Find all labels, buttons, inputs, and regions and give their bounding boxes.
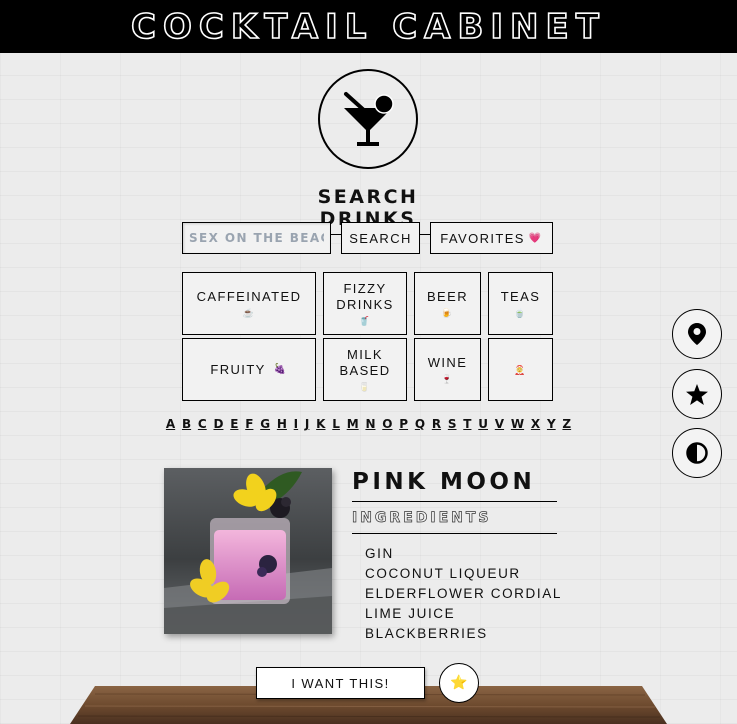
- letter-link-v[interactable]: V: [491, 417, 507, 431]
- letter-link-x[interactable]: X: [528, 417, 544, 431]
- app-title: COCKTAIL CABINET: [130, 6, 606, 48]
- top-bar: COCKTAIL CABINET: [0, 0, 737, 53]
- letter-link-s[interactable]: S: [444, 417, 459, 431]
- heart-icon: 💗: [528, 232, 543, 244]
- ingredient-item: BLACKBERRIES: [365, 626, 488, 641]
- letter-link-t[interactable]: T: [460, 417, 475, 431]
- category-wine[interactable]: WINE 🍷: [414, 338, 481, 401]
- letter-link-n[interactable]: N: [362, 417, 379, 431]
- logo: [318, 69, 418, 169]
- letter-link-m[interactable]: M: [343, 417, 362, 431]
- letter-link-q[interactable]: Q: [411, 417, 428, 431]
- search-button-label: SEARCH: [349, 230, 412, 246]
- soda-cup-icon: 🥤: [358, 316, 372, 326]
- category-teas[interactable]: TEAS 🍵: [488, 272, 553, 335]
- favorites-button-label: FAVORITES: [440, 230, 525, 246]
- search-input[interactable]: [182, 222, 331, 254]
- martini-glass-icon: [344, 92, 394, 146]
- star-icon: [686, 383, 708, 405]
- search-button[interactable]: SEARCH: [341, 222, 420, 254]
- letter-link-h[interactable]: H: [273, 417, 290, 431]
- category-caffeinated[interactable]: CAFFEINATED ☕: [182, 272, 316, 335]
- contrast-icon: [686, 442, 708, 464]
- category-label: BEER: [426, 289, 468, 304]
- beer-mug-icon: 🍺: [441, 308, 454, 318]
- letter-link-i[interactable]: I: [290, 417, 301, 431]
- letter-link-o[interactable]: O: [379, 417, 396, 431]
- letter-link-b[interactable]: B: [179, 417, 195, 431]
- category-label: FRUITY: [210, 361, 266, 377]
- location-pin-icon: [688, 323, 706, 345]
- drink-image: [164, 468, 332, 634]
- category-label: WINE: [427, 355, 468, 370]
- letter-link-y[interactable]: Y: [544, 417, 559, 431]
- category-holiday[interactable]: 🤶: [488, 338, 553, 401]
- wine-glass-icon: 🍷: [441, 374, 454, 384]
- ingredients-title: INGREDIENTS: [352, 510, 557, 534]
- letter-link-k[interactable]: K: [313, 417, 329, 431]
- category-label: FIZZY DRINKS: [336, 281, 394, 312]
- coffee-icon: ☕: [242, 308, 256, 318]
- category-label: CAFFEINATED: [196, 289, 302, 304]
- letter-link-w[interactable]: W: [507, 417, 527, 431]
- category-label: MILK BASED: [339, 347, 391, 378]
- category-fruity[interactable]: FRUITY 🍇: [182, 338, 316, 401]
- alphabet-filter: ABCDEFGHIJKLMNOPQRSTUVWXYZ: [0, 417, 737, 431]
- favorites-side-button[interactable]: [672, 369, 722, 419]
- letter-link-f[interactable]: F: [242, 417, 257, 431]
- category-label: TEAS: [500, 289, 541, 304]
- letter-link-a[interactable]: A: [162, 417, 178, 431]
- location-button[interactable]: [672, 309, 722, 359]
- grapes-icon: 🍇: [273, 363, 288, 375]
- pink-cocktail-photo: [164, 468, 332, 634]
- star-emoji-icon: ⭐: [450, 675, 468, 691]
- tea-cup-icon: 🍵: [514, 308, 527, 318]
- letter-link-c[interactable]: C: [195, 417, 211, 431]
- letter-link-u[interactable]: U: [475, 417, 492, 431]
- letter-link-z[interactable]: Z: [559, 417, 574, 431]
- ingredient-item: GIN: [365, 546, 394, 561]
- letter-link-l[interactable]: L: [329, 417, 343, 431]
- ingredient-item: ELDERFLOWER CORDIAL: [365, 586, 562, 601]
- milk-glass-icon: 🥛: [358, 382, 372, 392]
- category-milk-based[interactable]: MILK BASED 🥛: [323, 338, 407, 401]
- drink-name: PINK MOON: [352, 469, 557, 502]
- ingredient-item: COCONUT LIQUEUR: [365, 566, 521, 581]
- letter-link-g[interactable]: G: [257, 417, 274, 431]
- letter-link-p[interactable]: P: [396, 417, 412, 431]
- letter-link-r[interactable]: R: [428, 417, 444, 431]
- favorites-button[interactable]: FAVORITES 💗: [430, 222, 553, 254]
- want-this-button[interactable]: I WANT THIS!: [256, 667, 425, 699]
- want-this-label: I WANT THIS!: [291, 675, 390, 691]
- category-fizzy-drinks[interactable]: FIZZY DRINKS 🥤: [323, 272, 407, 335]
- letter-link-e[interactable]: E: [227, 417, 242, 431]
- theme-toggle-button[interactable]: [672, 428, 722, 478]
- letter-link-d[interactable]: D: [210, 417, 227, 431]
- mrs-claus-icon: 🤶: [514, 364, 527, 375]
- favorite-star-button[interactable]: ⭐: [439, 663, 479, 703]
- ingredient-item: LIME JUICE: [365, 606, 456, 621]
- ingredients-list: GIN COCONUT LIQUEUR ELDERFLOWER CORDIAL …: [365, 544, 562, 644]
- letter-link-j[interactable]: J: [302, 417, 313, 431]
- category-beer[interactable]: BEER 🍺: [414, 272, 481, 335]
